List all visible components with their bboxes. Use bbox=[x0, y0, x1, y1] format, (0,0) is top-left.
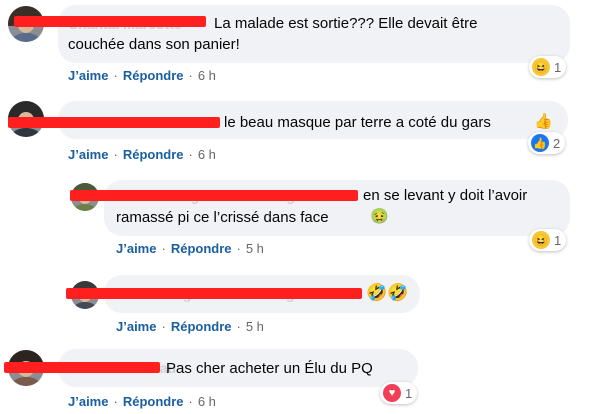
love-icon: ♥ bbox=[383, 384, 401, 402]
comment-2-time[interactable]: 6 h bbox=[198, 147, 216, 162]
comment-5-reaction-count: 1 bbox=[405, 385, 413, 401]
haha-icon: 😆 bbox=[532, 231, 550, 249]
comment-5-like-link[interactable]: J’aime bbox=[68, 394, 108, 409]
comment-5-reply-link[interactable]: Répondre bbox=[123, 394, 184, 409]
reply-2-redaction bbox=[66, 288, 362, 299]
comment-1-reply-link[interactable]: Répondre bbox=[123, 68, 184, 83]
reply-1-reactions[interactable]: 😆 1 bbox=[529, 229, 567, 251]
comment-2-reaction-count: 2 bbox=[553, 135, 561, 151]
reply-2-like-link[interactable]: J’aime bbox=[116, 319, 156, 334]
comment-5-time[interactable]: 6 h bbox=[198, 394, 216, 409]
reply-1-text-line2: ramassé pi ce l’crissé dans face bbox=[116, 209, 329, 226]
reply-1-like-link[interactable]: J’aime bbox=[116, 241, 156, 256]
comment-2-like-link[interactable]: J’aime bbox=[68, 147, 108, 162]
comment-1-redaction bbox=[14, 16, 206, 27]
comment-5-redaction bbox=[4, 362, 160, 373]
comment-2-reply-link[interactable]: Répondre bbox=[123, 147, 184, 162]
reply-2-actions: J’aime · Répondre · 5 h bbox=[116, 319, 264, 334]
reply-1-reply-link[interactable]: Répondre bbox=[171, 241, 232, 256]
comment-2-text: le beau masque par terre a coté du gars bbox=[224, 114, 491, 131]
reply-2-time[interactable]: 5 h bbox=[246, 319, 264, 334]
comment-5-reactions[interactable]: ♥ 1 bbox=[380, 382, 418, 404]
reply-1-reaction-count: 1 bbox=[554, 232, 562, 248]
like-icon: 👍 bbox=[531, 134, 549, 152]
reply-1-redaction bbox=[70, 190, 358, 201]
comment-1-text-line2: couchée dans son panier! bbox=[68, 36, 240, 53]
thumbs-up-icon: 👍 bbox=[534, 113, 553, 130]
comment-1-actions: J’aime · Répondre · 6 h bbox=[68, 68, 216, 83]
reply-1-actions: J’aime · Répondre · 5 h bbox=[116, 241, 264, 256]
comment-5-text: Pas cher acheter un Élu du PQ bbox=[166, 360, 373, 377]
comment-2-redaction bbox=[8, 117, 220, 128]
comment-1-like-link[interactable]: J’aime bbox=[68, 68, 108, 83]
rofl-icon: 🤣🤣 bbox=[366, 283, 409, 302]
reply-1-time[interactable]: 5 h bbox=[246, 241, 264, 256]
comment-2-actions: J’aime · Répondre · 6 h bbox=[68, 147, 216, 162]
comment-1-time[interactable]: 6 h bbox=[198, 68, 216, 83]
comment-1-reaction-count: 1 bbox=[554, 59, 562, 75]
nauseated-face-icon: 🤢 bbox=[370, 208, 389, 225]
comment-5-actions: J’aime · Répondre · 6 h bbox=[68, 394, 216, 409]
comment-1-text: La malade est sortie??? Elle devait être bbox=[214, 15, 478, 32]
haha-icon: 😆 bbox=[532, 58, 550, 76]
comment-1-reactions[interactable]: 😆 1 bbox=[529, 56, 567, 78]
comment-2-reactions[interactable]: 👍 2 bbox=[528, 132, 566, 154]
reply-2-reply-link[interactable]: Répondre bbox=[171, 319, 232, 334]
reply-1-text: en se levant y doit l’avoir bbox=[363, 187, 528, 204]
